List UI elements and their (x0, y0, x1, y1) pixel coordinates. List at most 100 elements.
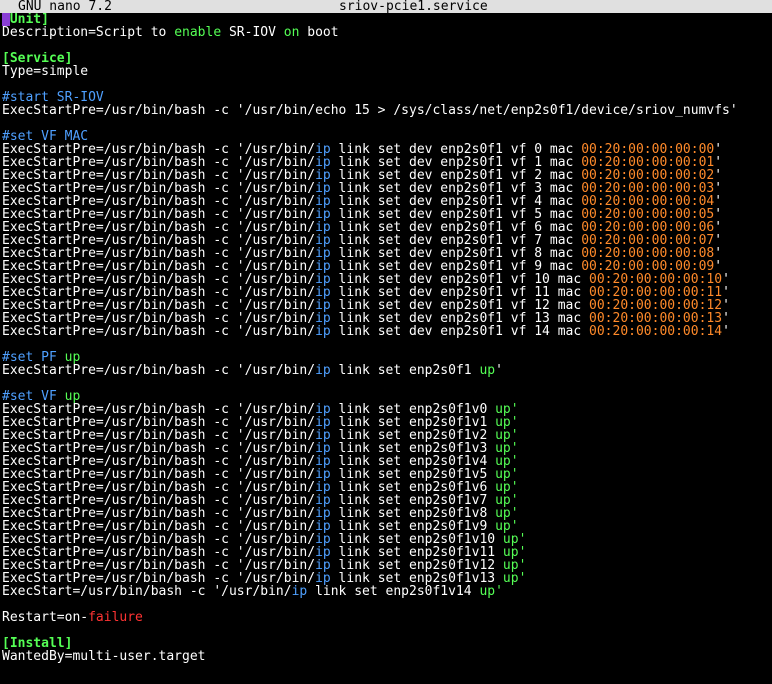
code-token: SR-IOV (221, 26, 284, 39)
editor-line[interactable]: #set VF up (2, 390, 772, 403)
editor-line[interactable]: ExecStartPre=/usr/bin/bash -c '/usr/bin/… (2, 260, 772, 273)
editor-line[interactable]: ExecStartPre=/usr/bin/bash -c '/usr/bin/… (2, 208, 772, 221)
code-token: ExecStartPre=/usr/bin/bash -c '/usr/bin/ (2, 572, 316, 585)
code-token: link set enp2s0f1v1 (330, 416, 496, 429)
editor-line[interactable] (2, 377, 772, 390)
editor-line[interactable] (2, 117, 772, 130)
editor-line[interactable]: ExecStartPre=/usr/bin/bash -c '/usr/bin/… (2, 247, 772, 260)
editor-line[interactable]: ExecStartPre=/usr/bin/bash -c '/usr/bin/… (2, 403, 772, 416)
code-token: ip (315, 559, 331, 572)
editor-line[interactable]: ExecStartPre=/usr/bin/bash -c '/usr/bin/… (2, 299, 772, 312)
editor-line[interactable]: ExecStartPre=/usr/bin/bash -c '/usr/bin/… (2, 494, 772, 507)
editor-line[interactable]: ExecStartPre=/usr/bin/bash -c '/usr/bin/… (2, 234, 772, 247)
code-token: up (479, 364, 496, 377)
editor-line[interactable]: Type=simple (2, 65, 772, 78)
editor-line[interactable]: ExecStartPre=/usr/bin/bash -c '/usr/bin/… (2, 468, 772, 481)
editor-line[interactable]: Restart=on-failure (2, 611, 772, 624)
code-token: ip (315, 494, 331, 507)
code-token: boot (299, 26, 339, 39)
code-token: up (479, 585, 496, 598)
code-token: link set dev enp2s0f1 vf 0 mac (330, 143, 582, 156)
code-token: link set dev enp2s0f1 vf 4 mac (330, 195, 582, 208)
code-token: ExecStartPre=/usr/bin/bash -c '/usr/bin/ (2, 260, 316, 273)
code-token: WantedBy=multi-user.target (2, 650, 206, 663)
editor-line[interactable]: Unit] (2, 13, 772, 26)
code-token: link set dev enp2s0f1 vf 1 mac (330, 156, 582, 169)
code-token: link set enp2s0f1v12 (330, 559, 503, 572)
code-token: ' (510, 403, 519, 416)
code-token: ip (315, 520, 331, 533)
code-token: link set dev enp2s0f1 vf 7 mac (330, 234, 582, 247)
editor-line[interactable] (2, 338, 772, 351)
editor-line[interactable]: ExecStartPre=/usr/bin/bash -c '/usr/bin/… (2, 416, 772, 429)
editor-line[interactable]: ExecStartPre=/usr/bin/bash -c '/usr/bin/… (2, 221, 772, 234)
editor-line[interactable]: ExecStart=/usr/bin/bash -c '/usr/bin/ip … (2, 585, 772, 598)
code-token: link set dev enp2s0f1 vf 9 mac (330, 260, 582, 273)
code-token: up (64, 351, 81, 364)
editor-line[interactable] (2, 78, 772, 91)
code-token: 00:20:00:00:00:13 (589, 312, 723, 325)
editor-line[interactable]: ExecStartPre=/usr/bin/bash -c '/usr/bin/… (2, 156, 772, 169)
editor-line[interactable]: ExecStartPre=/usr/bin/bash -c '/usr/bin/… (2, 546, 772, 559)
code-token: ' (722, 273, 730, 286)
editor-line[interactable]: ExecStartPre=/usr/bin/bash -c '/usr/bin/… (2, 507, 772, 520)
editor-line[interactable]: WantedBy=multi-user.target (2, 650, 772, 663)
code-token: link set enp2s0f1v13 (330, 572, 503, 585)
editor-line[interactable]: #set PF up (2, 351, 772, 364)
editor-line[interactable]: ExecStartPre=/usr/bin/bash -c '/usr/bin/… (2, 104, 772, 117)
editor-line[interactable]: [Install] (2, 637, 772, 650)
code-token: ExecStartPre=/usr/bin/bash -c '/usr/bin/ (2, 221, 316, 234)
code-token: ExecStartPre=/usr/bin/bash -c '/usr/bin/ (2, 169, 316, 182)
editor-line[interactable]: Description=Script to enable SR-IOV on b… (2, 26, 772, 39)
editor-line[interactable]: ExecStartPre=/usr/bin/bash -c '/usr/bin/… (2, 442, 772, 455)
code-token: ExecStartPre=/usr/bin/bash -c '/usr/bin/ (2, 195, 316, 208)
editor-buffer[interactable]: Unit] Description=Script to enable SR-IOV… (2, 13, 772, 663)
editor-line[interactable]: ExecStartPre=/usr/bin/bash -c '/usr/bin/… (2, 572, 772, 585)
code-token: ip (315, 182, 331, 195)
code-token: link set dev enp2s0f1 vf 10 mac (330, 273, 590, 286)
code-token: up (64, 390, 81, 403)
code-token: ExecStartPre=/usr/bin/bash -c '/usr/bin/ (2, 481, 316, 494)
editor-line[interactable] (2, 598, 772, 611)
code-token: ip (315, 234, 331, 247)
editor-line[interactable] (2, 624, 772, 637)
code-token: ' (722, 312, 730, 325)
editor-line[interactable] (2, 39, 772, 52)
code-token: 00:20:00:00:00:12 (589, 299, 723, 312)
code-token: up (495, 429, 511, 442)
editor-line[interactable]: ExecStartPre=/usr/bin/bash -c '/usr/bin/… (2, 143, 772, 156)
editor-line[interactable]: ExecStartPre=/usr/bin/bash -c '/usr/bin/… (2, 312, 772, 325)
code-token: ip (315, 442, 331, 455)
editor-line[interactable]: ExecStartPre=/usr/bin/bash -c '/usr/bin/… (2, 182, 772, 195)
code-token: on (283, 26, 300, 39)
editor-line[interactable]: ExecStartPre=/usr/bin/bash -c '/usr/bin/… (2, 559, 772, 572)
code-token: ip (315, 507, 331, 520)
editor-line[interactable]: ExecStartPre=/usr/bin/bash -c '/usr/bin/… (2, 481, 772, 494)
editor-line[interactable]: ExecStartPre=/usr/bin/bash -c '/usr/bin/… (2, 169, 772, 182)
code-token: ip (315, 533, 331, 546)
code-token: link set enp2s0f1v7 (330, 494, 496, 507)
editor-line[interactable]: ExecStartPre=/usr/bin/bash -c '/usr/bin/… (2, 273, 772, 286)
title-bar: GNU nano 7.2 sriov-pcie1.service (0, 0, 772, 13)
code-token: ExecStartPre=/usr/bin/bash -c '/usr/bin/ (2, 494, 316, 507)
editor-line[interactable]: [Service] (2, 52, 772, 65)
code-token: ExecStartPre=/usr/bin/bash -c '/usr/bin/ (2, 468, 316, 481)
editor-line[interactable]: #start SR-IOV (2, 91, 772, 104)
code-token: 00:20:00:00:00:06 (581, 221, 715, 234)
code-token: ' (510, 481, 519, 494)
code-token: ' (510, 455, 519, 468)
code-token: ' (495, 364, 503, 377)
editor-line[interactable]: ExecStartPre=/usr/bin/bash -c '/usr/bin/… (2, 429, 772, 442)
editor-line[interactable]: ExecStartPre=/usr/bin/bash -c '/usr/bin/… (2, 195, 772, 208)
editor-line[interactable]: ExecStartPre=/usr/bin/bash -c '/usr/bin/… (2, 364, 772, 377)
code-token: 00:20:00:00:00:00 (581, 143, 715, 156)
editor-line[interactable]: ExecStartPre=/usr/bin/bash -c '/usr/bin/… (2, 325, 772, 338)
code-token: link set enp2s0f1v3 (330, 442, 496, 455)
editor-line[interactable]: #set VF MAC (2, 130, 772, 143)
editor-line[interactable]: ExecStartPre=/usr/bin/bash -c '/usr/bin/… (2, 520, 772, 533)
code-token: ' (510, 468, 519, 481)
editor-line[interactable]: ExecStartPre=/usr/bin/bash -c '/usr/bin/… (2, 455, 772, 468)
editor-line[interactable]: ExecStartPre=/usr/bin/bash -c '/usr/bin/… (2, 286, 772, 299)
editor-line[interactable]: ExecStartPre=/usr/bin/bash -c '/usr/bin/… (2, 533, 772, 546)
code-token: 00:20:00:00:00:01 (581, 156, 715, 169)
